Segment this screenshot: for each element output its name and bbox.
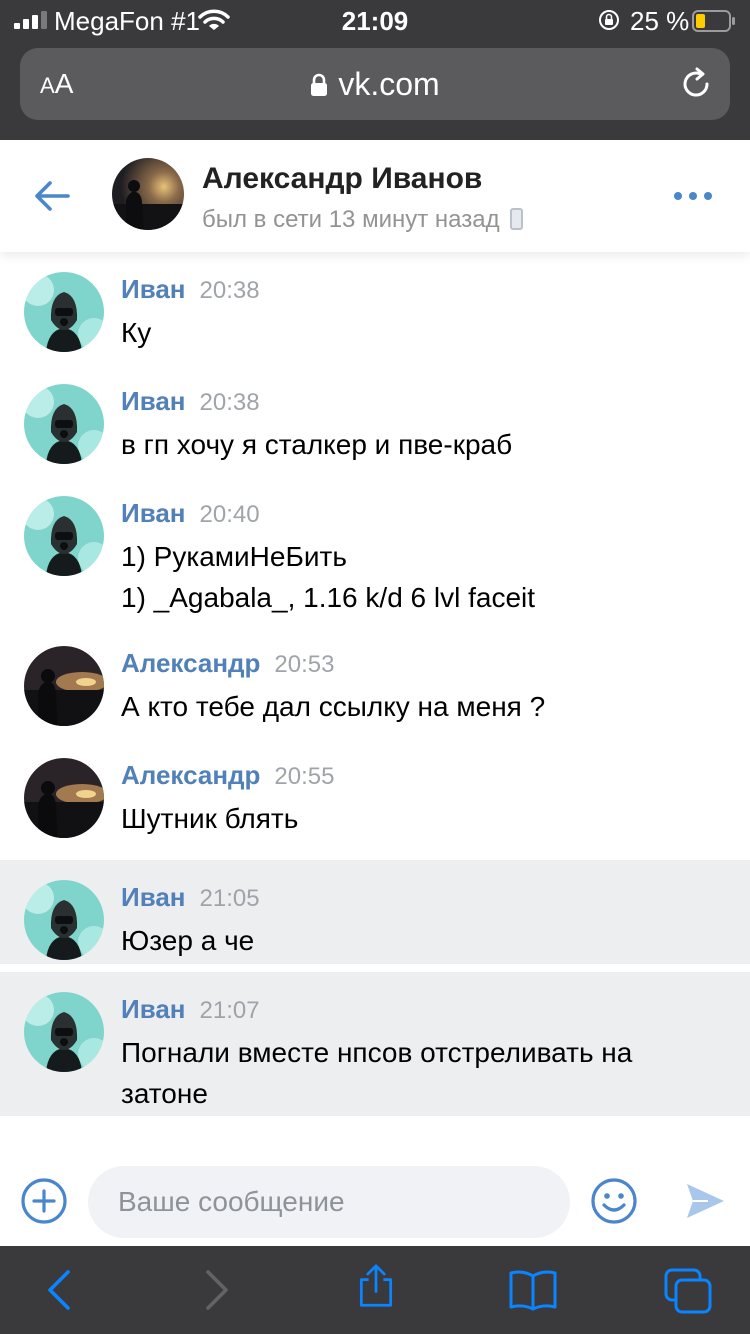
author-avatar-ivan[interactable] xyxy=(24,272,104,352)
forward-icon[interactable] xyxy=(194,1268,238,1312)
message-author[interactable]: Александр 20:55 xyxy=(121,760,334,791)
contact-avatar[interactable] xyxy=(112,158,184,230)
author-avatar-ivan[interactable] xyxy=(24,992,104,1072)
contact-name[interactable]: Александр Иванов xyxy=(202,162,482,196)
message-line: А кто тебе дал ссылку на меня ? xyxy=(121,691,546,722)
back-arrow-icon[interactable] xyxy=(32,176,72,216)
url-text: vk.com xyxy=(338,66,440,102)
more-icon[interactable] xyxy=(672,186,714,206)
message-author[interactable]: Иван 20:40 xyxy=(121,498,260,529)
battery-percentage: 25 % xyxy=(630,6,690,36)
message-author[interactable]: Александр 20:53 xyxy=(121,648,334,679)
message-time: 20:38 xyxy=(199,277,260,304)
attach-plus-icon[interactable] xyxy=(20,1177,68,1225)
screen: MegaFon #1 21:09 25 % AA vk.com Александ… xyxy=(0,0,750,1334)
message-text: в гп хочу я сталкер и пве-краб xyxy=(121,424,721,465)
author-avatar-aleksandr[interactable] xyxy=(24,646,104,726)
message-row[interactable]: Иван 20:40 1) РукамиНеБить 1) _Agabala_, 1.… xyxy=(0,476,750,626)
message-line: Погнали вместе нпсов отстреливать на xyxy=(121,1037,633,1068)
message-row[interactable]: Иван 21:07 Погнали вместе нпсов отстрелива… xyxy=(0,972,750,1116)
message-text: 1) РукамиНеБить 1) _Agabala_, 1.16 k/d 6 … xyxy=(121,536,721,618)
bookmarks-icon[interactable] xyxy=(508,1268,558,1312)
message-text: А кто тебе дал ссылку на меня ? xyxy=(121,686,721,727)
author-avatar-ivan[interactable] xyxy=(24,496,104,576)
message-time: 21:05 xyxy=(199,885,260,912)
message-line: Шутник блять xyxy=(121,803,299,834)
last-seen-status: был в сети 13 минут назад xyxy=(202,206,523,234)
chat-header: Александр Иванов был в сети 13 минут наз… xyxy=(0,140,750,252)
battery-icon xyxy=(692,10,735,32)
message-text: Ку xyxy=(121,312,721,353)
message-time: 20:55 xyxy=(274,763,335,790)
author-avatar-ivan[interactable] xyxy=(24,880,104,960)
padlock-icon xyxy=(311,73,328,96)
message-line: в гп хочу я сталкер и пве-краб xyxy=(121,429,513,460)
message-time: 21:07 xyxy=(199,997,260,1024)
share-icon[interactable] xyxy=(354,1264,398,1308)
message-row[interactable]: Александр 20:53 А кто тебе дал ссылку на м… xyxy=(0,626,750,738)
message-text: Юзер а че xyxy=(121,920,721,961)
author-avatar-aleksandr[interactable] xyxy=(24,758,104,838)
author-name[interactable]: Иван xyxy=(121,386,186,416)
author-name[interactable]: Александр xyxy=(121,760,260,790)
tabs-icon[interactable] xyxy=(664,1268,714,1314)
author-name[interactable]: Иван xyxy=(121,498,186,528)
message-time: 20:38 xyxy=(199,389,260,416)
message-row[interactable]: Александр 20:55 Шутник блять xyxy=(0,738,750,860)
message-line: 1) РукамиНеБить xyxy=(121,541,347,572)
message-line: Ку xyxy=(121,317,152,348)
message-author[interactable]: Иван 21:07 xyxy=(121,994,260,1025)
message-row[interactable]: Иван 20:38 в гп хочу я сталкер и пве-краб xyxy=(0,364,750,476)
message-input[interactable] xyxy=(88,1166,570,1238)
message-row[interactable]: Иван 21:05 Юзер а че xyxy=(0,860,750,964)
author-name[interactable]: Александр xyxy=(121,648,260,678)
message-author[interactable]: Иван 20:38 xyxy=(121,274,260,305)
reload-icon[interactable] xyxy=(678,66,714,102)
address-bar[interactable]: AA vk.com xyxy=(20,48,730,120)
author-avatar-ivan[interactable] xyxy=(24,384,104,464)
message-line: Юзер а че xyxy=(121,925,255,956)
message-text: Погнали вместе нпсов отстреливать на зато… xyxy=(121,1032,721,1114)
status-bar: MegaFon #1 21:09 25 % xyxy=(0,0,750,40)
message-row[interactable]: Иван 20:38 Ку xyxy=(0,252,750,364)
message-time: 20:53 xyxy=(274,651,335,678)
author-name[interactable]: Иван xyxy=(121,882,186,912)
mobile-phone-icon xyxy=(509,208,523,230)
send-icon[interactable] xyxy=(684,1180,726,1222)
message-text: Шутник блять xyxy=(121,798,721,839)
message-line: 1) _Agabala_, 1.16 k/d 6 lvl faceit xyxy=(121,582,536,613)
author-name[interactable]: Иван xyxy=(121,274,186,304)
emoji-icon[interactable] xyxy=(590,1177,638,1225)
message-line: затоне xyxy=(121,1078,208,1109)
author-name[interactable]: Иван xyxy=(121,994,186,1024)
back-icon[interactable] xyxy=(38,1268,82,1312)
url-display[interactable]: vk.com xyxy=(20,66,730,103)
browser-toolbar xyxy=(0,1246,750,1334)
message-composer xyxy=(0,1150,750,1246)
message-author[interactable]: Иван 20:38 xyxy=(121,386,260,417)
browser-top-bar: MegaFon #1 21:09 25 % AA vk.com xyxy=(0,0,750,140)
rotation-lock-icon xyxy=(599,10,619,30)
message-author[interactable]: Иван 21:05 xyxy=(121,882,260,913)
message-time: 20:40 xyxy=(199,501,260,528)
